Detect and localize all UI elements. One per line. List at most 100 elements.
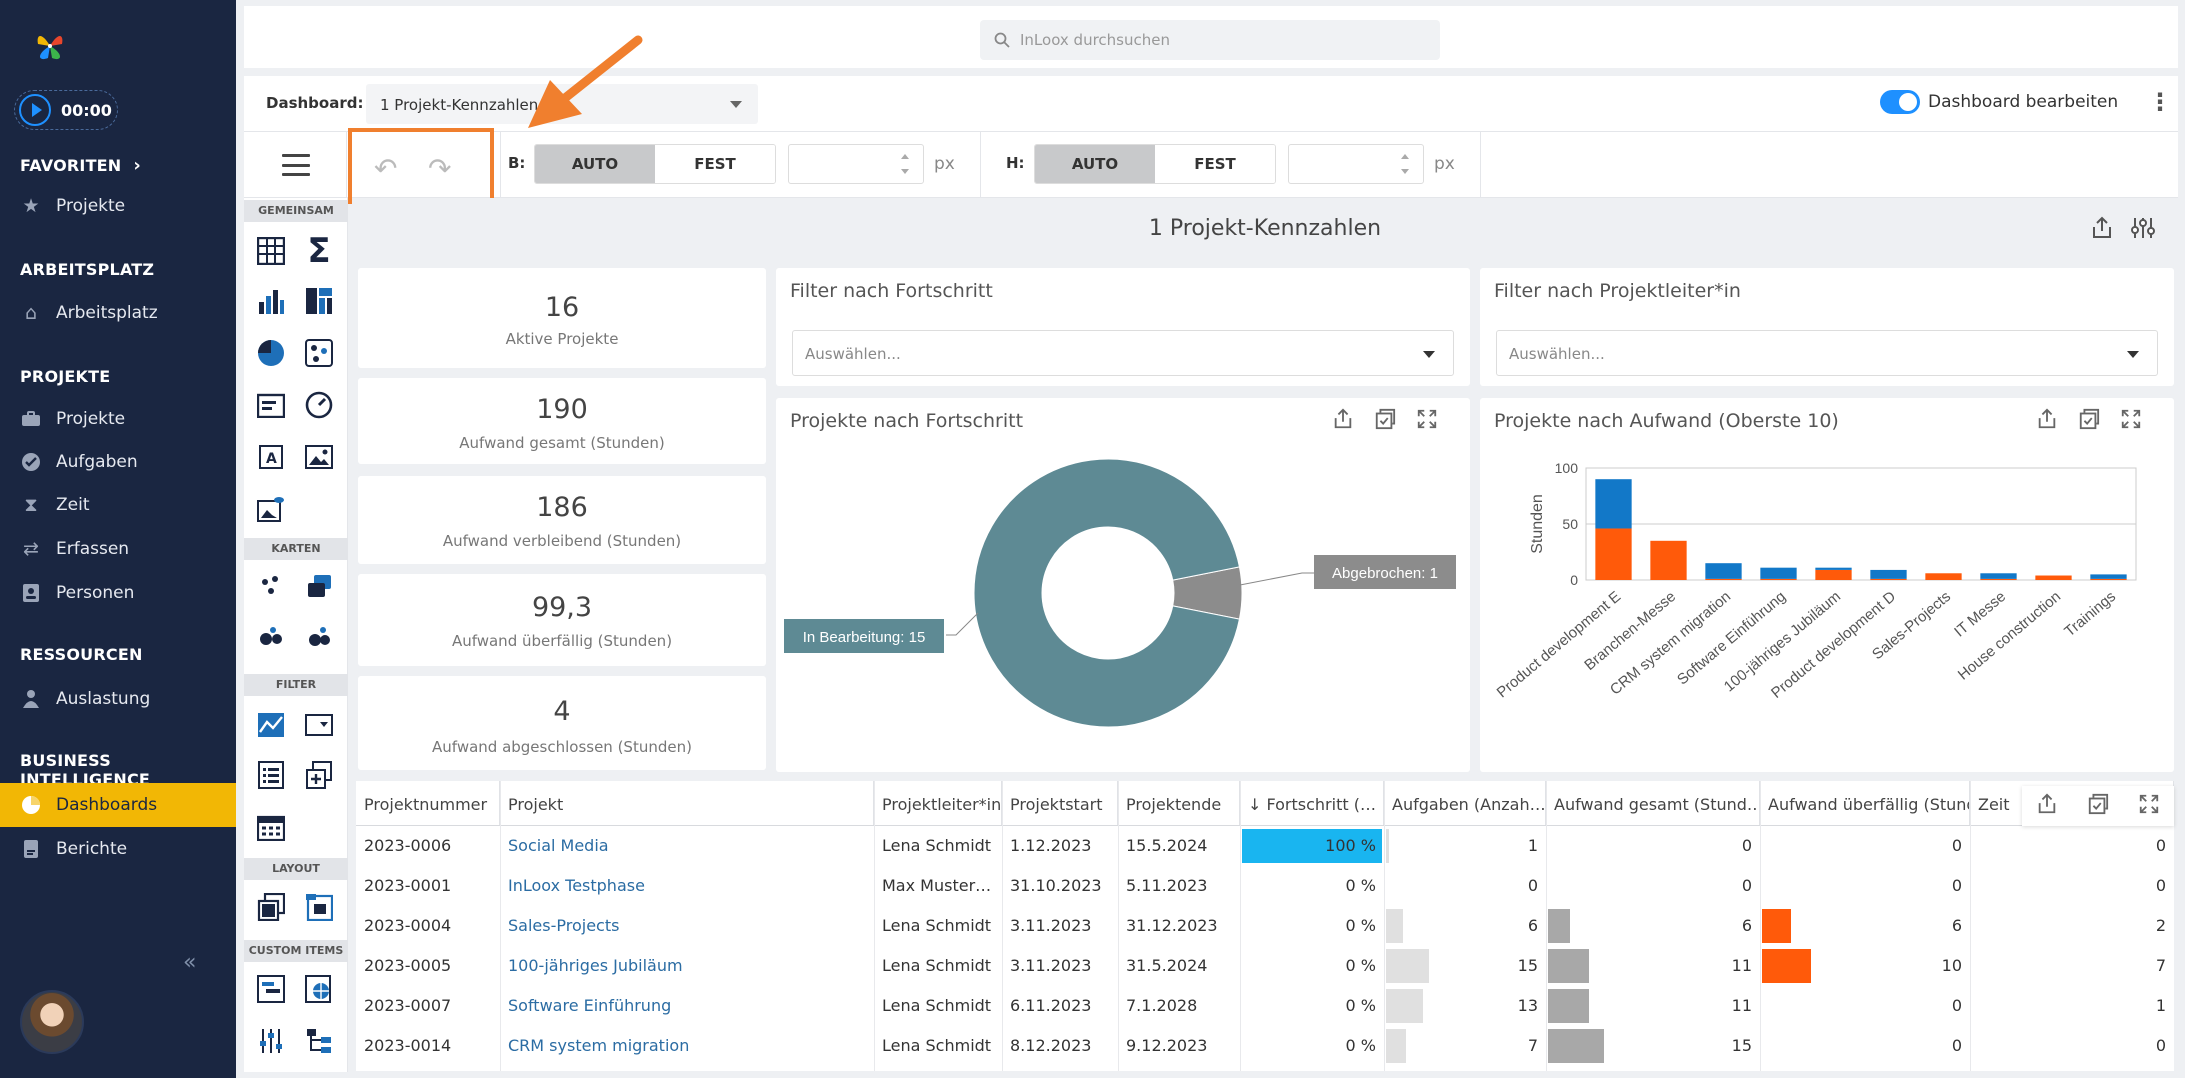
height-fest-button[interactable]: FEST <box>1155 145 1275 183</box>
menu-icon[interactable] <box>282 154 310 176</box>
redo-icon[interactable]: ↷ <box>428 152 451 185</box>
bound-image-widget-icon[interactable] <box>254 492 288 526</box>
combo-box-widget-icon[interactable] <box>302 708 336 742</box>
width-input[interactable] <box>788 144 924 184</box>
maximize-icon[interactable] <box>2138 793 2160 819</box>
multiselect-icon[interactable] <box>2078 408 2100 434</box>
export-icon[interactable] <box>2036 793 2058 819</box>
bar-7-series-1[interactable] <box>1980 573 2017 579</box>
sidebar-item-projekte[interactable]: Projekte <box>20 404 125 434</box>
filter-projektleiter-select[interactable]: Auswählen... <box>1496 330 2158 376</box>
parameters-icon[interactable] <box>2130 216 2156 244</box>
play-icon[interactable] <box>19 94 51 126</box>
avatar[interactable] <box>20 990 84 1054</box>
range-filter-widget-icon[interactable] <box>254 708 288 742</box>
text-box-widget-icon[interactable]: A <box>254 440 288 474</box>
gauge-widget-icon[interactable] <box>302 388 336 422</box>
group-widget-icon[interactable] <box>254 890 288 924</box>
project-link[interactable]: InLoox Testphase <box>500 866 874 906</box>
kpi-card-aufwand-verbleibend[interactable]: 186 Aufwand verbleibend (Stunden) <box>358 476 766 564</box>
list-box-widget-icon[interactable] <box>254 758 288 792</box>
search-input[interactable]: InLoox durchsuchen <box>980 20 1440 60</box>
bar-2-series-0[interactable] <box>1705 578 1742 580</box>
maximize-icon[interactable] <box>1416 408 1438 434</box>
column-header[interactable]: Projektstart <box>1002 781 1118 825</box>
sidebar-item-arbeitsplatz[interactable]: ⌂ Arbeitsplatz <box>20 298 158 328</box>
bar-chart-widget-icon[interactable] <box>254 284 288 318</box>
card-widget-icon[interactable] <box>254 388 288 422</box>
project-link[interactable]: CRM system migration <box>500 1026 874 1066</box>
bar-9-series-1[interactable] <box>2090 574 2127 579</box>
bar-5-series-1[interactable] <box>1870 569 1907 579</box>
width-auto-button[interactable]: AUTO <box>535 145 655 183</box>
sort-desc-icon[interactable]: ↓ <box>1248 795 1267 814</box>
sidebar-item-personen[interactable]: Personen <box>20 578 134 608</box>
sidebar-item-auslastung[interactable]: Auslastung <box>20 684 150 714</box>
gantt-widget-icon[interactable] <box>254 972 288 1006</box>
bar-2-series-1[interactable] <box>1705 563 1742 579</box>
filter-fortschritt-select[interactable]: Auswählen... <box>792 330 1454 376</box>
column-header[interactable]: Projektende <box>1118 781 1240 825</box>
height-input[interactable] <box>1288 144 1424 184</box>
treemap-widget-icon[interactable] <box>302 284 336 318</box>
height-auto-button[interactable]: AUTO <box>1035 145 1155 183</box>
parameters-widget-icon[interactable] <box>254 1024 288 1058</box>
bar-0-series-0[interactable] <box>1595 528 1632 580</box>
time-tracker[interactable]: 00:00 <box>14 90 118 130</box>
column-header[interactable]: Aufgaben (Anzah… <box>1384 781 1546 825</box>
multiselect-icon[interactable] <box>2087 793 2109 819</box>
bar-1-series-0[interactable] <box>1650 540 1687 580</box>
column-header[interactable]: Projekt <box>500 781 874 825</box>
image-widget-icon[interactable] <box>302 440 336 474</box>
project-link[interactable]: Sales-Projects <box>500 906 874 946</box>
bar-7-series-0[interactable] <box>1980 578 2017 580</box>
sidebar-item-aufgaben[interactable]: Aufgaben <box>20 447 138 477</box>
tab-container-widget-icon[interactable] <box>302 890 336 924</box>
column-header[interactable]: Aufwand gesamt (Stund… <box>1546 781 1760 825</box>
bar-6-series-0[interactable] <box>1925 573 1962 580</box>
undo-icon[interactable]: ↶ <box>374 152 397 185</box>
bar-9-series-0[interactable] <box>2090 578 2127 580</box>
kpi-card-aktive-projekte[interactable]: 16 Aktive Projekte <box>358 268 766 368</box>
sidebar-item-dashboards[interactable]: Dashboards <box>0 783 236 827</box>
pie-map-widget-icon[interactable] <box>302 620 336 654</box>
bar-5-series-0[interactable] <box>1870 578 1907 580</box>
bar-4-series-0[interactable] <box>1815 569 1852 580</box>
more-options-icon[interactable]: ⋮ <box>2148 88 2172 116</box>
bar-8-series-0[interactable] <box>2035 575 2072 580</box>
bar-3-series-1[interactable] <box>1760 567 1797 579</box>
sidebar-item-erfassen[interactable]: ⇄ Erfassen <box>20 534 129 564</box>
inloox-logo[interactable] <box>28 24 72 68</box>
web-page-widget-icon[interactable] <box>302 972 336 1006</box>
bar-3-series-0[interactable] <box>1760 578 1797 580</box>
scatter-widget-icon[interactable] <box>302 336 336 370</box>
column-header[interactable]: ↓ Fortschritt (… <box>1240 781 1384 825</box>
section-favoriten[interactable]: FAVORITEN › <box>20 155 141 176</box>
sidebar-item-zeit[interactable]: ⧗ Zeit <box>20 490 89 520</box>
multiselect-icon[interactable] <box>1374 408 1396 434</box>
edit-dashboard-toggle[interactable] <box>1880 90 1920 114</box>
hierarchy-widget-icon[interactable] <box>302 1024 336 1058</box>
width-fest-button[interactable]: FEST <box>655 145 775 183</box>
bar-4-series-1[interactable] <box>1815 567 1852 570</box>
sidebar-item-berichte[interactable]: Berichte <box>20 834 127 864</box>
export-icon[interactable] <box>2036 408 2058 434</box>
column-header[interactable]: Aufwand überfällig (Stund… <box>1760 781 1970 825</box>
geo-points-widget-icon[interactable] <box>254 570 288 604</box>
sum-widget-icon[interactable]: Σ <box>302 231 336 271</box>
project-link[interactable]: 100-jähriges Jubiläum <box>500 946 874 986</box>
column-header[interactable]: Projektleiter*in <box>874 781 1002 825</box>
kpi-card-aufwand-ueberfaellig[interactable]: 99,3 Aufwand überfällig (Stunden) <box>358 574 766 666</box>
maximize-icon[interactable] <box>2120 408 2142 434</box>
pie-chart-widget-icon[interactable] <box>254 336 288 370</box>
export-icon[interactable] <box>2090 216 2114 244</box>
project-link[interactable]: Software Einführung <box>500 986 874 1026</box>
project-link[interactable]: Social Media <box>500 826 874 866</box>
export-icon[interactable] <box>1332 408 1354 434</box>
column-header[interactable]: Projektnummer <box>356 781 500 825</box>
tree-view-widget-icon[interactable] <box>302 758 336 792</box>
grid-widget-icon[interactable] <box>254 234 288 268</box>
kpi-card-aufwand-abgeschlossen[interactable]: 4 Aufwand abgeschlossen (Stunden) <box>358 676 766 770</box>
bubble-map-widget-icon[interactable] <box>254 620 288 654</box>
collapse-sidebar-icon[interactable]: « <box>183 950 196 975</box>
